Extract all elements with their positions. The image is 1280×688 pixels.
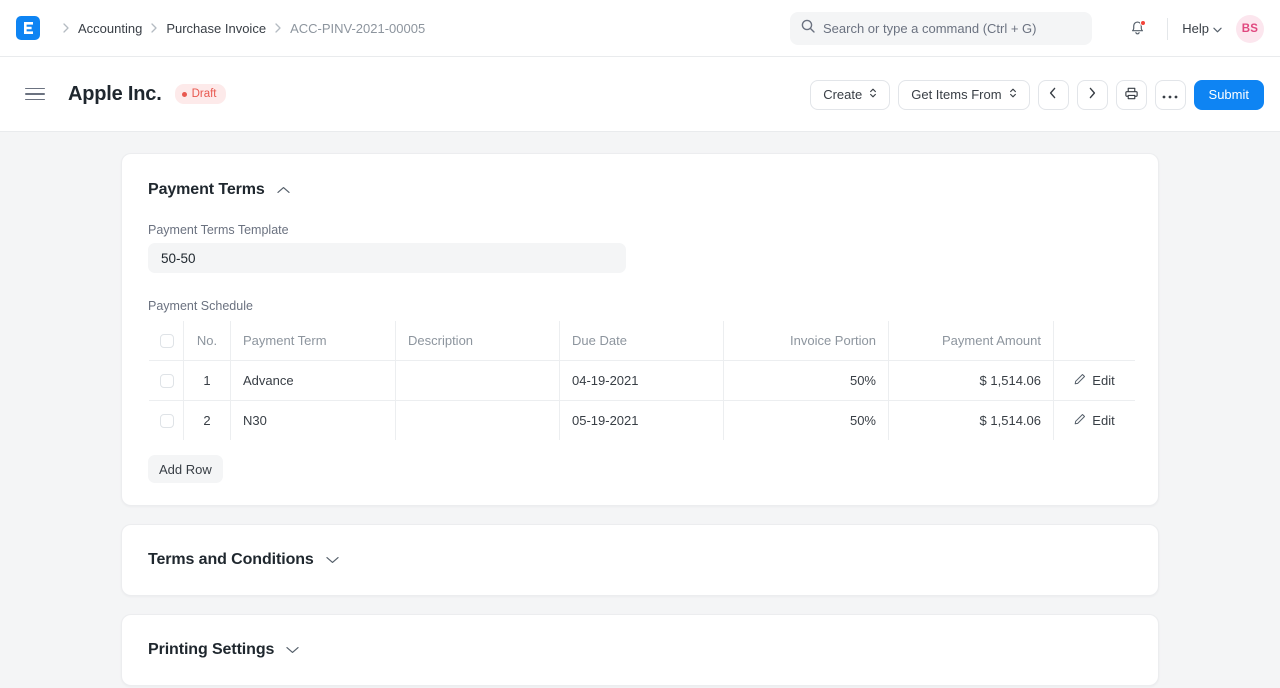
status-badge-label: Draft <box>192 88 217 100</box>
navbar-divider <box>1167 18 1168 40</box>
table-row[interactable]: 1 Advance 04-19-2021 50% $ 1,514.06 Edit <box>149 361 1136 401</box>
breadcrumb-item-accounting[interactable]: Accounting <box>78 21 142 36</box>
submit-button[interactable]: Submit <box>1194 80 1264 110</box>
payment-terms-card: Payment Terms Payment Terms Template Pay… <box>121 153 1159 506</box>
printer-icon <box>1124 86 1139 104</box>
search-icon <box>801 19 823 38</box>
chevron-down-icon[interactable] <box>326 556 339 564</box>
document-body: Payment Terms Payment Terms Template Pay… <box>0 132 1280 688</box>
notifications-button[interactable] <box>1121 13 1153 45</box>
cell-payment-amount[interactable]: $ 1,514.06 <box>889 361 1054 401</box>
chevron-updown-icon <box>869 87 877 102</box>
payment-schedule-table: No. Payment Term Description Due Date In… <box>148 320 1136 441</box>
payment-terms-template-label: Payment Terms Template <box>148 223 1132 237</box>
status-dot-icon <box>182 92 187 97</box>
global-search[interactable] <box>790 12 1092 45</box>
create-button[interactable]: Create <box>810 80 890 110</box>
breadcrumb-separator-icon <box>63 23 69 33</box>
cell-due-date[interactable]: 04-19-2021 <box>560 361 724 401</box>
help-label: Help <box>1182 21 1209 36</box>
ellipsis-icon <box>1162 87 1178 102</box>
breadcrumb-separator-icon <box>151 23 157 33</box>
create-button-label: Create <box>823 87 862 102</box>
column-header-invoice-portion: Invoice Portion <box>724 321 889 361</box>
terms-and-conditions-section-header[interactable]: Terms and Conditions <box>148 551 1132 569</box>
row-checkbox[interactable] <box>160 374 174 388</box>
column-header-due-date: Due Date <box>560 321 724 361</box>
cell-payment-term[interactable]: Advance <box>231 361 396 401</box>
printing-settings-section-header[interactable]: Printing Settings <box>148 641 1132 659</box>
cell-payment-amount[interactable]: $ 1,514.06 <box>889 401 1054 441</box>
table-row[interactable]: 2 N30 05-19-2021 50% $ 1,514.06 Edit <box>149 401 1136 441</box>
sidebar-toggle-icon[interactable] <box>25 83 47 105</box>
row-select-cell <box>149 361 184 401</box>
cell-due-date[interactable]: 05-19-2021 <box>560 401 724 441</box>
next-document-button[interactable] <box>1077 80 1108 110</box>
page-actions: Create Get Items From <box>810 57 1264 132</box>
printing-settings-title: Printing Settings <box>148 641 274 659</box>
chevron-down-icon <box>1213 21 1222 36</box>
breadcrumb-item-document-id: ACC-PINV-2021-00005 <box>290 21 425 36</box>
column-header-payment-term: Payment Term <box>231 321 396 361</box>
navbar-right-tools: Help BS <box>1121 0 1264 57</box>
chevron-left-icon <box>1049 87 1057 102</box>
cell-invoice-portion[interactable]: 50% <box>724 361 889 401</box>
edit-row-label: Edit <box>1092 413 1114 428</box>
column-header-description: Description <box>396 321 560 361</box>
table-header-row: No. Payment Term Description Due Date In… <box>149 321 1136 361</box>
top-navbar: Accounting Purchase Invoice ACC-PINV-202… <box>0 0 1280 57</box>
more-options-button[interactable] <box>1155 80 1186 110</box>
app-logo-icon[interactable] <box>16 16 40 40</box>
cell-actions: Edit <box>1054 361 1136 401</box>
payment-terms-template-input[interactable] <box>148 243 626 273</box>
avatar[interactable]: BS <box>1236 15 1264 43</box>
cell-description[interactable] <box>396 361 560 401</box>
previous-document-button[interactable] <box>1038 80 1069 110</box>
cell-no: 1 <box>184 361 231 401</box>
chevron-down-icon[interactable] <box>286 646 299 654</box>
cell-actions: Edit <box>1054 401 1136 441</box>
row-checkbox[interactable] <box>160 414 174 428</box>
chevron-updown-icon <box>1009 87 1017 102</box>
search-input[interactable] <box>823 21 1081 36</box>
column-header-actions <box>1054 321 1136 361</box>
edit-row-label: Edit <box>1092 373 1114 388</box>
payment-schedule-label: Payment Schedule <box>148 299 1132 313</box>
pencil-icon <box>1074 373 1086 388</box>
terms-and-conditions-card: Terms and Conditions <box>121 524 1159 596</box>
payment-terms-section-header[interactable]: Payment Terms <box>148 181 1132 199</box>
select-all-header <box>149 321 184 361</box>
edit-row-button[interactable]: Edit <box>1074 373 1114 388</box>
notification-indicator-dot <box>1140 20 1146 26</box>
page-header: Apple Inc. Draft Create Get Items From <box>0 57 1280 132</box>
row-select-cell <box>149 401 184 441</box>
cell-payment-term[interactable]: N30 <box>231 401 396 441</box>
print-button[interactable] <box>1116 80 1147 110</box>
cell-invoice-portion[interactable]: 50% <box>724 401 889 441</box>
add-row-button[interactable]: Add Row <box>148 455 223 483</box>
edit-row-button[interactable]: Edit <box>1074 413 1114 428</box>
status-badge: Draft <box>175 84 226 104</box>
breadcrumb-separator-icon <box>275 23 281 33</box>
cell-no: 2 <box>184 401 231 441</box>
select-all-checkbox[interactable] <box>160 334 174 348</box>
column-header-no: No. <box>184 321 231 361</box>
terms-and-conditions-title: Terms and Conditions <box>148 551 314 569</box>
payment-terms-title: Payment Terms <box>148 181 265 199</box>
get-items-from-button-label: Get Items From <box>911 87 1001 102</box>
column-header-payment-amount: Payment Amount <box>889 321 1054 361</box>
cell-description[interactable] <box>396 401 560 441</box>
chevron-right-icon <box>1088 87 1096 102</box>
printing-settings-card: Printing Settings <box>121 614 1159 686</box>
help-menu[interactable]: Help <box>1182 21 1222 36</box>
get-items-from-button[interactable]: Get Items From <box>898 80 1029 110</box>
chevron-up-icon[interactable] <box>277 186 290 194</box>
breadcrumb: Accounting Purchase Invoice ACC-PINV-202… <box>54 21 425 36</box>
breadcrumb-item-purchase-invoice[interactable]: Purchase Invoice <box>166 21 266 36</box>
pencil-icon <box>1074 413 1086 428</box>
page-title: Apple Inc. <box>68 83 162 106</box>
